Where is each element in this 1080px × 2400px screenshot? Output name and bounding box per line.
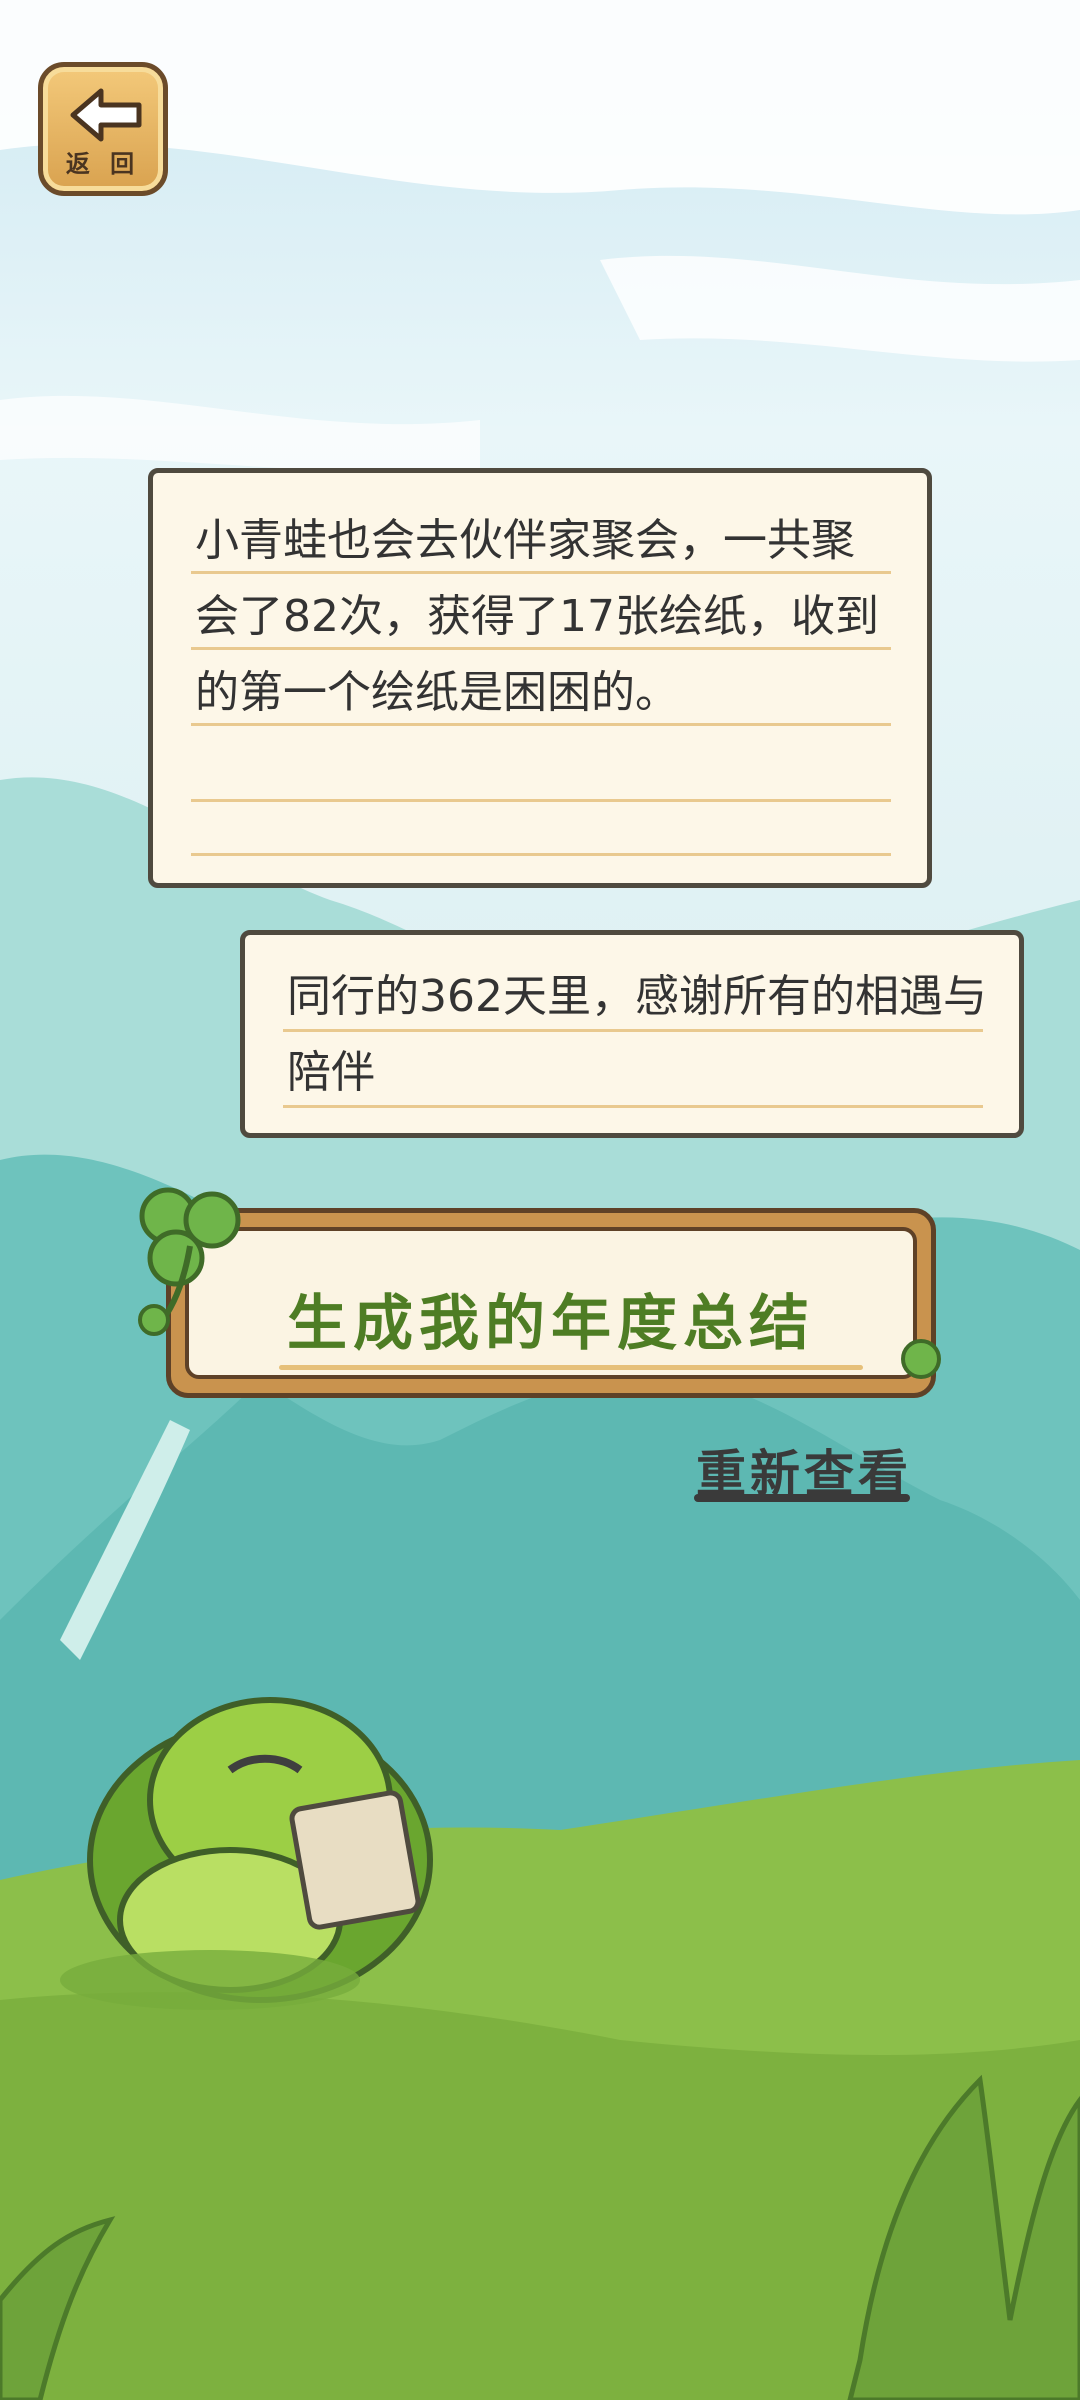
dialog-message-1: 小青蛙也会去伙伴家聚会，一共聚会了82次，获得了17张绘纸，收到的第一个绘纸是困…	[195, 515, 879, 718]
back-button-label: 返 回	[65, 150, 141, 178]
ruled-line	[191, 799, 891, 802]
rewatch-underline	[694, 1494, 910, 1502]
clover-leaf-icon	[901, 1339, 941, 1379]
summary-underline	[279, 1365, 863, 1370]
cloud-band	[0, 395, 480, 473]
summary-button-panel: 生成我的年度总结	[185, 1227, 917, 1379]
dialog-message-2: 同行的362天里，感谢所有的相遇与陪伴	[287, 971, 987, 1098]
back-button[interactable]: 返 回	[38, 62, 168, 196]
year-summary-screen: 返 回 小青蛙也会去伙伴家聚会，一共聚会了82次，获得了17张绘纸，收到的第一个…	[0, 0, 1080, 2400]
cloud-band	[600, 255, 1080, 362]
dialog-bubble-1: 小青蛙也会去伙伴家聚会，一共聚会了82次，获得了17张绘纸，收到的第一个绘纸是困…	[148, 468, 932, 888]
clover-icon	[138, 1187, 241, 1336]
ruled-line	[191, 853, 891, 856]
dialog-bubble-2: 同行的362天里，感谢所有的相遇与陪伴	[240, 930, 1024, 1138]
back-arrow-icon	[70, 88, 142, 142]
generate-summary-label: 生成我的年度总结	[287, 1289, 815, 1359]
generate-summary-button[interactable]: 生成我的年度总结	[166, 1208, 936, 1398]
